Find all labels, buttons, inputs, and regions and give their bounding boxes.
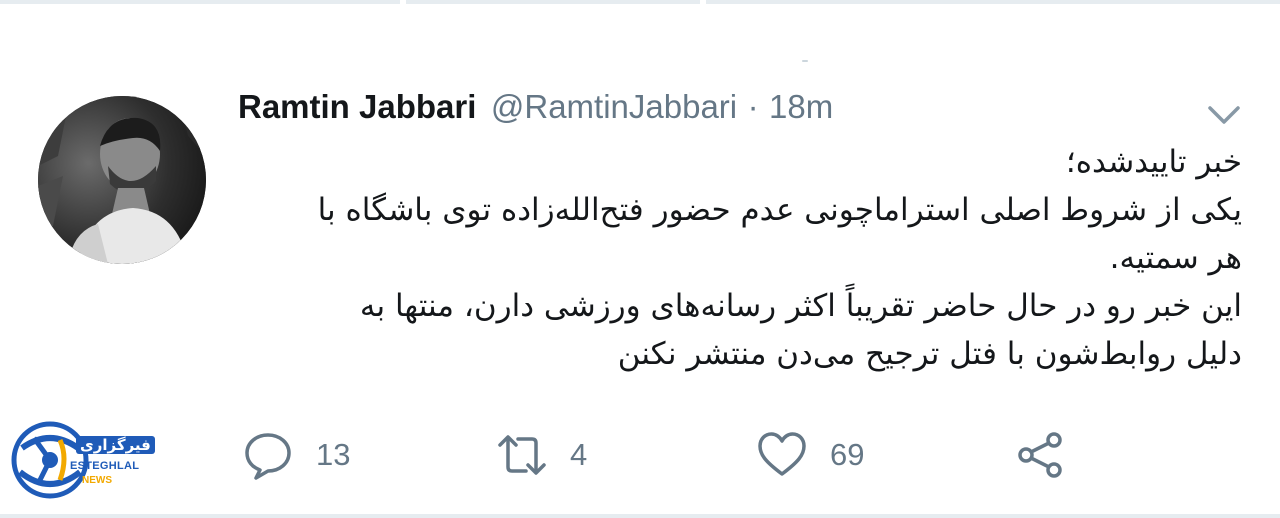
tweet-actions: 13 4 69	[0, 420, 1280, 490]
like-button[interactable]: 69	[756, 420, 864, 490]
reply-icon	[245, 433, 291, 480]
divider-mark	[802, 60, 808, 62]
avatar[interactable]	[38, 96, 206, 264]
esteghlal-news-watermark: فیرگزاری ESTEGHLAL NEWS	[10, 418, 155, 502]
watermark-sub: NEWS	[82, 475, 112, 486]
tweet-text: خبر تاییدشده؛ یکی از شروط اصلی استراماچو…	[262, 138, 1242, 378]
tweet-text-line: این خبر رو در حال حاضر تقریباً اکثر رسان…	[359, 288, 1242, 324]
reply-count: 13	[316, 437, 351, 472]
like-count: 69	[830, 437, 865, 472]
chevron-down-icon[interactable]	[1206, 100, 1242, 128]
share-icon	[1018, 432, 1062, 478]
author-handle[interactable]: @RamtinJabbari	[491, 88, 737, 125]
tweet-text-line: خبر تاییدشده؛	[1065, 144, 1242, 180]
author-name[interactable]: Ramtin Jabbari	[238, 88, 476, 125]
tweet-text-line: دلیل روابط‌شون با فتل ترجیح می‌دن منتشر …	[617, 336, 1242, 372]
tweet-text-line: یکی از شروط اصلی استراماچونی عدم حضور فت…	[317, 192, 1242, 228]
watermark-title: فیرگزاری	[76, 436, 155, 454]
retweet-icon	[498, 435, 546, 475]
tweet-text-line: هر سمتیه.	[1109, 240, 1242, 276]
top-divider	[0, 0, 1280, 4]
bottom-divider	[0, 514, 1280, 518]
watermark-brand: ESTEGHLAL	[70, 460, 140, 472]
heart-icon	[758, 432, 806, 476]
retweet-button[interactable]: 4	[496, 420, 587, 490]
retweet-count: 4	[570, 437, 588, 472]
share-button[interactable]	[1014, 420, 1066, 490]
reply-button[interactable]: 13	[242, 420, 350, 490]
header-separator: ·	[747, 88, 759, 125]
tweet-timestamp[interactable]: 18m	[769, 88, 833, 125]
tweet-header: Ramtin Jabbari @RamtinJabbari · 18m	[238, 88, 833, 136]
